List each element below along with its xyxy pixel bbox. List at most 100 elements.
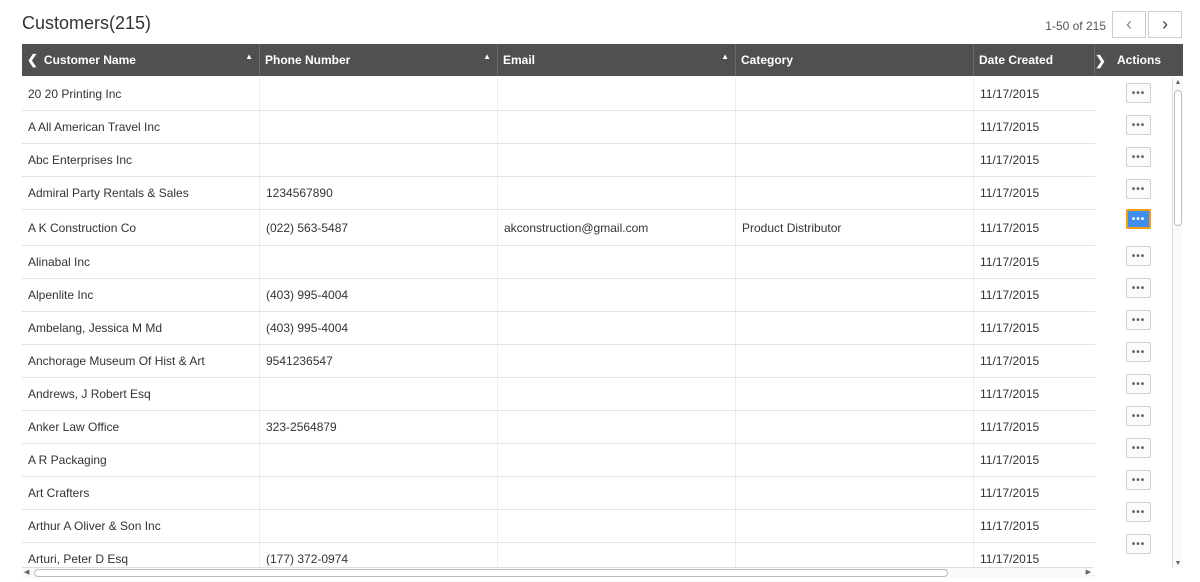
table-row[interactable]: 20 20 Printing Inc 11/17/2015 bbox=[22, 78, 1095, 111]
actions-column: ••• ••• ••• ••• ••• ••• ••• ••• ••• ••• ••• ••• ••• •… bbox=[1097, 78, 1172, 561]
cell-email bbox=[498, 246, 736, 278]
horizontal-scrollbar[interactable]: ◀ ▶ bbox=[22, 567, 1093, 578]
row-actions-button[interactable]: ••• bbox=[1126, 83, 1151, 103]
action-cell: ••• bbox=[1097, 206, 1172, 241]
cell-category bbox=[736, 411, 974, 443]
cell-name: 20 20 Printing Inc bbox=[22, 78, 260, 110]
column-header-actions[interactable]: ❯ Actions bbox=[1095, 44, 1183, 76]
cell-name: A K Construction Co bbox=[22, 210, 260, 245]
scroll-right-arrow-icon[interactable]: ▶ bbox=[1086, 568, 1091, 576]
cell-email bbox=[498, 78, 736, 110]
row-actions-button[interactable]: ••• bbox=[1126, 374, 1151, 394]
cell-email bbox=[498, 411, 736, 443]
row-actions-button[interactable]: ••• bbox=[1126, 278, 1151, 298]
cell-name: Ambelang, Jessica M Md bbox=[22, 312, 260, 344]
cell-category bbox=[736, 177, 974, 209]
table-row[interactable]: A R Packaging 11/17/2015 bbox=[22, 444, 1095, 477]
prev-page-button[interactable]: ‹ bbox=[1112, 11, 1146, 38]
column-header-date-created[interactable]: Date Created bbox=[974, 44, 1095, 76]
cell-date: 11/17/2015 bbox=[980, 153, 1040, 167]
row-actions-button[interactable]: ••• bbox=[1126, 342, 1151, 362]
column-header-label: Actions bbox=[1116, 53, 1161, 67]
table-row[interactable]: Alpenlite Inc (403) 995-4004 11/17/2015 bbox=[22, 279, 1095, 312]
column-header-category[interactable]: Category bbox=[736, 44, 974, 76]
cell-category: Product Distributor bbox=[736, 210, 974, 245]
scroll-left-icon[interactable]: ❮ bbox=[27, 52, 38, 68]
cell-phone: (403) 995-4004 bbox=[260, 312, 498, 344]
table-row[interactable]: Anker Law Office 323-2564879 11/17/2015 bbox=[22, 411, 1095, 444]
cell-category bbox=[736, 78, 974, 110]
horizontal-scroll-thumb[interactable] bbox=[34, 569, 948, 577]
row-actions-button[interactable]: ••• bbox=[1126, 115, 1151, 135]
cell-name: A R Packaging bbox=[22, 444, 260, 476]
action-cell: ••• bbox=[1097, 174, 1172, 206]
cell-email bbox=[498, 111, 736, 143]
table-row[interactable]: Abc Enterprises Inc 11/17/2015 bbox=[22, 144, 1095, 177]
action-cell: ••• bbox=[1097, 110, 1172, 142]
table-row[interactable]: Anchorage Museum Of Hist & Art 9541236547… bbox=[22, 345, 1095, 378]
cell-date: 11/17/2015 bbox=[980, 87, 1040, 101]
column-header-label: Email bbox=[503, 53, 536, 67]
cell-date: 11/17/2015 bbox=[980, 288, 1040, 302]
cell-name: Andrews, J Robert Esq bbox=[22, 378, 260, 410]
table-row[interactable]: Admiral Party Rentals & Sales 1234567890 1… bbox=[22, 177, 1095, 210]
action-cell: ••• bbox=[1097, 273, 1172, 305]
vertical-scrollbar[interactable]: ▲ ▼ bbox=[1172, 78, 1183, 568]
cell-phone: 323-2564879 bbox=[260, 411, 498, 443]
action-cell: ••• bbox=[1097, 433, 1172, 465]
cell-date: 11/17/2015 bbox=[980, 220, 1040, 235]
table-row[interactable]: Ambelang, Jessica M Md (403) 995-4004 11/1… bbox=[22, 312, 1095, 345]
cell-name: Abc Enterprises Inc bbox=[22, 144, 260, 176]
vertical-scroll-thumb[interactable] bbox=[1174, 90, 1182, 226]
cell-phone bbox=[260, 111, 498, 143]
cell-phone bbox=[260, 78, 498, 110]
cell-phone bbox=[260, 378, 498, 410]
column-header-label: Customer Name bbox=[43, 53, 136, 67]
action-cell: ••• bbox=[1097, 78, 1172, 110]
table-row[interactable]: A K Construction Co (022) 563-5487 akconst… bbox=[22, 210, 1095, 246]
row-actions-button[interactable]: ••• bbox=[1126, 179, 1151, 199]
cell-date: 11/17/2015 bbox=[980, 186, 1040, 200]
scroll-right-icon[interactable]: ❯ bbox=[1095, 53, 1106, 69]
row-actions-button[interactable]: ••• bbox=[1126, 209, 1151, 229]
next-page-button[interactable]: › bbox=[1148, 11, 1182, 38]
table-row[interactable]: Alinabal Inc 11/17/2015 bbox=[22, 246, 1095, 279]
page-title: Customers(215) bbox=[22, 13, 152, 33]
table-row[interactable]: Art Crafters 11/17/2015 bbox=[22, 477, 1095, 510]
row-actions-button[interactable]: ••• bbox=[1126, 310, 1151, 330]
scroll-down-icon[interactable]: ▼ bbox=[1173, 560, 1183, 567]
cell-email bbox=[498, 444, 736, 476]
row-actions-button[interactable]: ••• bbox=[1126, 406, 1151, 426]
scroll-up-icon[interactable]: ▲ bbox=[1173, 79, 1183, 86]
row-actions-button[interactable]: ••• bbox=[1126, 470, 1151, 490]
column-header-phone[interactable]: Phone Number ▲ bbox=[260, 44, 498, 76]
cell-email bbox=[498, 378, 736, 410]
cell-date: 11/17/2015 bbox=[980, 321, 1040, 335]
action-cell: ••• bbox=[1097, 369, 1172, 401]
row-actions-button[interactable]: ••• bbox=[1126, 246, 1151, 266]
cell-phone bbox=[260, 144, 498, 176]
sort-asc-icon[interactable]: ▲ bbox=[483, 52, 491, 61]
cell-category bbox=[736, 246, 974, 278]
column-header-email[interactable]: Email ▲ bbox=[498, 44, 736, 76]
sort-asc-icon[interactable]: ▲ bbox=[245, 52, 253, 61]
cell-email bbox=[498, 312, 736, 344]
table-row[interactable]: A All American Travel Inc 11/17/2015 bbox=[22, 111, 1095, 144]
cell-category bbox=[736, 477, 974, 509]
row-actions-button[interactable]: ••• bbox=[1126, 534, 1151, 554]
cell-category bbox=[736, 279, 974, 311]
row-actions-button[interactable]: ••• bbox=[1126, 147, 1151, 167]
column-header-customer-name[interactable]: ❮ Customer Name ▲ bbox=[22, 44, 260, 76]
action-cell: ••• bbox=[1097, 465, 1172, 497]
action-cell: ••• bbox=[1097, 529, 1172, 561]
row-actions-button[interactable]: ••• bbox=[1126, 438, 1151, 458]
pagination-range: 1-50 of 215 bbox=[1045, 19, 1106, 33]
sort-asc-icon[interactable]: ▲ bbox=[721, 52, 729, 61]
table-row[interactable]: Andrews, J Robert Esq 11/17/2015 bbox=[22, 378, 1095, 411]
scroll-left-arrow-icon[interactable]: ◀ bbox=[24, 568, 29, 576]
cell-phone: (022) 563-5487 bbox=[260, 210, 498, 245]
customer-table-body: 20 20 Printing Inc 11/17/2015 A All Americ… bbox=[22, 78, 1095, 576]
row-actions-button[interactable]: ••• bbox=[1126, 502, 1151, 522]
table-row[interactable]: Arthur A Oliver & Son Inc 11/17/2015 bbox=[22, 510, 1095, 543]
cell-phone bbox=[260, 477, 498, 509]
